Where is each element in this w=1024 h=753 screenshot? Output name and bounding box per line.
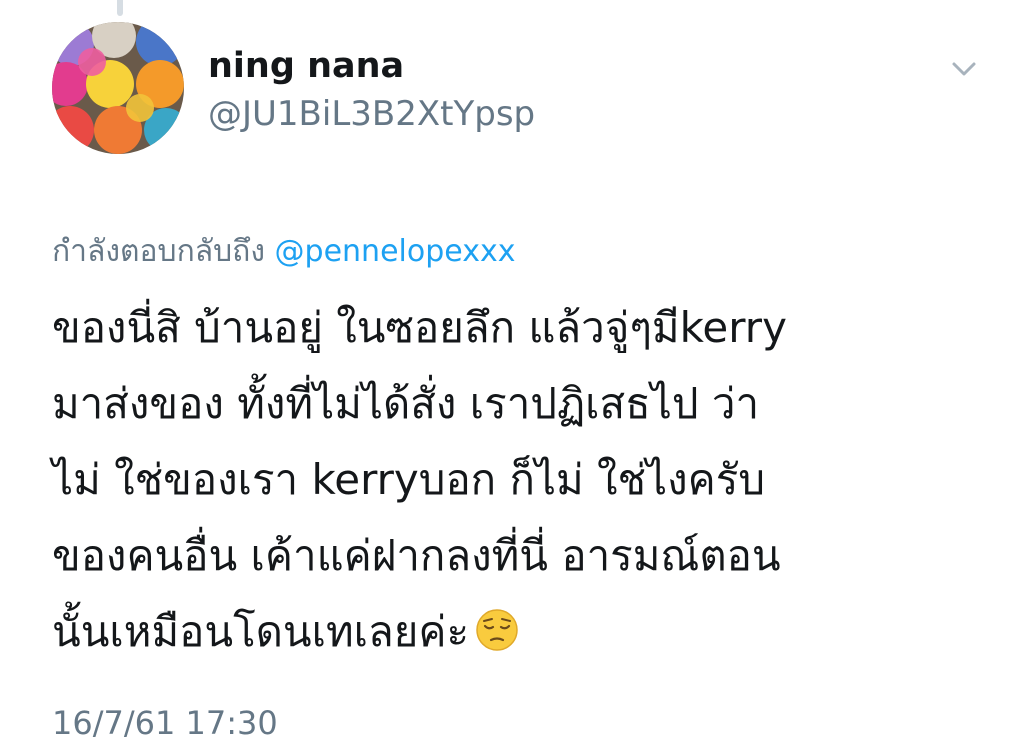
user-handle[interactable]: @JU1BiL3B2XtYpsp <box>208 94 535 134</box>
avatar-yarn-balls-image <box>52 22 184 154</box>
tweet-line: ของนี่สิ บ้านอยู่ ในซอยลึก แล้วจู่ๆมีker… <box>52 303 787 352</box>
reply-mention-link[interactable]: @pennelopexxx <box>275 234 516 269</box>
thread-connector-line <box>117 0 123 16</box>
avatar[interactable] <box>52 22 184 154</box>
tweet-timestamp[interactable]: 16/7/61 17:30 <box>52 704 278 742</box>
tweet-line: ของคนอื่น เค้าแค่ฝากลงที่นี่ อารมณ์ตอน <box>52 531 781 580</box>
tweet-line: มาส่งของ ทั้งที่ไม่ได้สั่ง เราปฏิเสธไป ว… <box>52 379 760 428</box>
replying-to: กำลังตอบกลับถึง @pennelopexxx <box>52 228 515 275</box>
tweet-text: ของนี่สิ บ้านอยู่ ในซอยลึก แล้วจู่ๆมีker… <box>52 290 992 670</box>
tweet-line-text: นั้นเหมือนโดนเทเลยค่ะ <box>52 607 470 656</box>
chevron-down-icon[interactable] <box>944 56 984 84</box>
display-name[interactable]: ning nana <box>208 46 404 86</box>
pensive-face-emoji-icon <box>475 600 519 651</box>
tweet-line: ไม่ ใช่ของเรา kerryบอก ก็ไม่ ใช่ไงครับ <box>52 455 765 504</box>
replying-to-label: กำลังตอบกลับถึง <box>52 234 265 269</box>
tweet-line-last: นั้นเหมือนโดนเทเลยค่ะ <box>52 594 992 670</box>
